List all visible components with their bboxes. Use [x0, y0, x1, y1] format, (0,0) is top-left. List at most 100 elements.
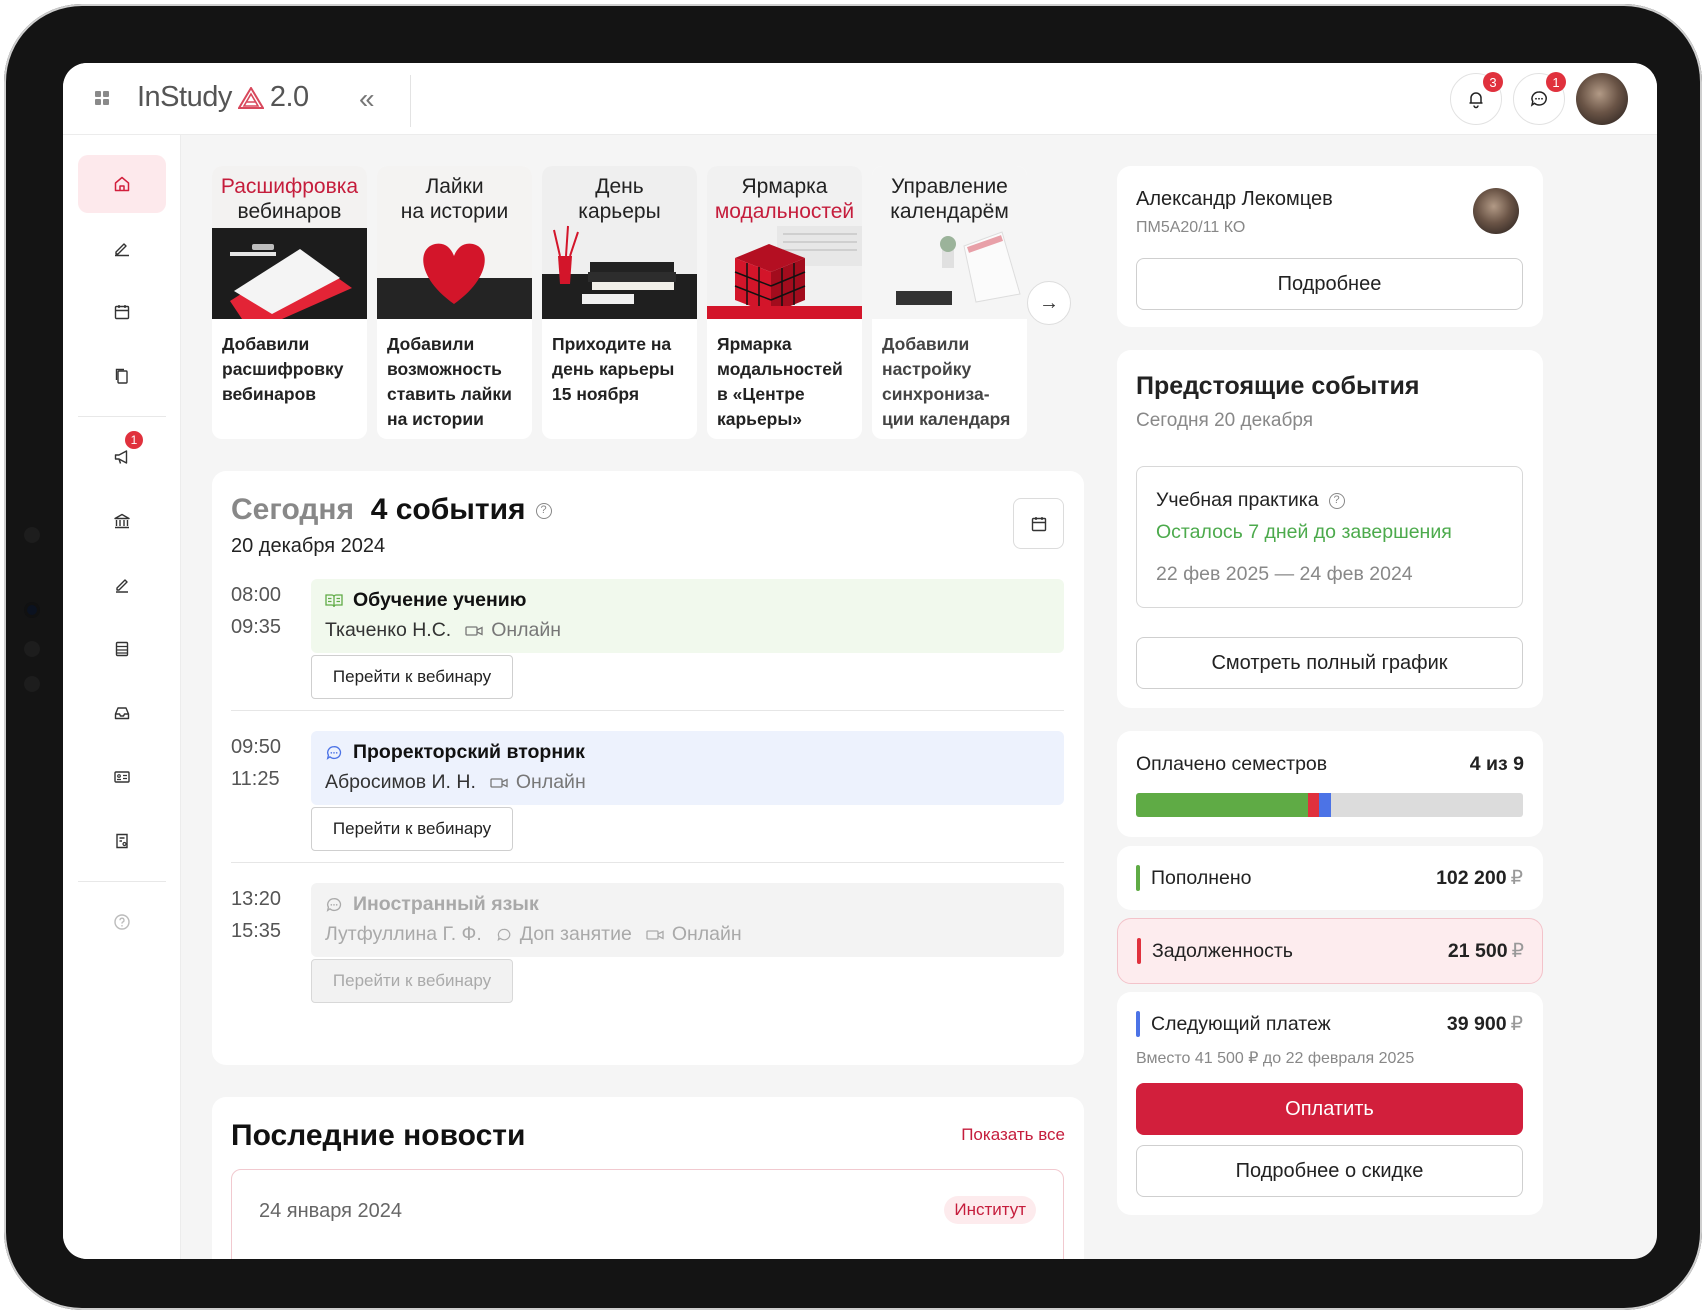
pay-button[interactable]: Оплатить: [1136, 1083, 1523, 1135]
notifications-button[interactable]: 3: [1450, 72, 1503, 125]
news-tag: Институт: [944, 1196, 1036, 1224]
video-camera-icon: [465, 625, 483, 636]
sidebar-item-home[interactable]: [78, 155, 166, 213]
semesters-card: Оплачено семестров 4 из 9: [1117, 731, 1543, 837]
event-teacher: Ткаченко Н.С.: [325, 619, 452, 641]
story-title: Ярмарка модальностей: [714, 175, 855, 223]
sidebar-item-inbox[interactable]: [78, 684, 166, 742]
notifications-badge: 3: [1483, 72, 1503, 92]
discount-details-button[interactable]: Подробнее о скидке: [1136, 1145, 1523, 1197]
sidebar-item-schedule[interactable]: [78, 283, 166, 341]
app-logo[interactable]: InStudy 2.0: [137, 81, 309, 114]
debt-value: 21 500: [1447, 940, 1508, 962]
today-heading: Сегодня 4 события?: [231, 493, 552, 527]
story-text: Добавили настройку синхрониза- ции кален…: [882, 334, 1011, 429]
chat-icon: [497, 928, 511, 941]
sidebar-item-id-card[interactable]: [78, 748, 166, 806]
practice-title: Учебная практика: [1156, 489, 1319, 511]
today-events-card: Сегодня 4 события? 20 декабря 2024 08:00…: [212, 471, 1084, 1065]
sidebar-item-announcements[interactable]: 1: [78, 428, 166, 486]
video-camera-icon: [490, 777, 508, 788]
practice-event[interactable]: Учебная практика? Осталось 7 дней до зав…: [1136, 466, 1523, 608]
story-text: Ярмарка модальностей в «Центре карьеры»: [717, 334, 843, 429]
chat-icon: [1530, 91, 1547, 107]
upcoming-events-card: Предстоящие события Сегодня 20 декабря У…: [1117, 350, 1543, 708]
pencil-icon: [116, 579, 128, 593]
upcoming-date: Сегодня 20 декабря: [1136, 410, 1313, 431]
next-payment-value: 39 900: [1446, 1013, 1507, 1035]
event-teacher: Абросимов И. Н.: [325, 771, 476, 793]
progress-debt: [1307, 793, 1320, 817]
profile-details-button[interactable]: Подробнее: [1136, 258, 1523, 310]
messages-button[interactable]: 1: [1513, 72, 1566, 125]
story-card[interactable]: Лайки на истории Добавили возможность ста…: [377, 166, 532, 439]
arrow-right-icon: →: [1039, 291, 1059, 314]
event-extra: Доп занятие: [519, 923, 632, 945]
story-text: Приходите на день карьеры 15 ноября: [552, 334, 675, 404]
help-icon[interactable]: ?: [535, 503, 552, 520]
story-card[interactable]: Расшифровка вебинаров Добавили расшифровк…: [212, 166, 367, 439]
upcoming-heading: Предстоящие события: [1136, 372, 1420, 400]
sidebar-item-institution[interactable]: [78, 492, 166, 550]
today-label: Сегодня: [231, 493, 355, 526]
news-heading: Последние новости: [231, 1119, 526, 1152]
apps-grid-icon[interactable]: [95, 91, 109, 105]
story-text: Добавили возможность ставить лайки на ис…: [387, 334, 512, 429]
join-webinar-button[interactable]: Перейти к вебинару: [311, 655, 513, 699]
event-divider: [231, 862, 1064, 863]
user-avatar[interactable]: [1576, 73, 1628, 125]
sidebar-item-contracts[interactable]: [78, 812, 166, 870]
next-story-button[interactable]: →: [1027, 281, 1071, 325]
calendar-icon: [114, 305, 130, 320]
event-card[interactable]: Проректорский вторник Абросимов И. Н. Онл…: [311, 731, 1064, 805]
show-all-news-link[interactable]: Показать все: [961, 1125, 1065, 1145]
event-title: Иностранный язык: [353, 893, 539, 915]
join-webinar-button-disabled[interactable]: Перейти к вебинару: [311, 959, 513, 1003]
event-end-time: 15:35: [231, 920, 282, 942]
pen-signature-icon: [115, 243, 129, 257]
event-title: Проректорский вторник: [353, 741, 585, 763]
debt-label: Задолженность: [1152, 939, 1293, 962]
event-card[interactable]: Обучение учению Ткаченко Н.С. Онлайн: [311, 579, 1064, 653]
calendar-button[interactable]: [1013, 498, 1064, 549]
bell-icon: [1469, 92, 1483, 109]
full-schedule-button[interactable]: Смотреть полный график: [1136, 637, 1523, 689]
news-item[interactable]: 24 января 2024 Институт: [231, 1169, 1064, 1259]
status-marker: [1136, 865, 1140, 891]
camera-dot: [24, 527, 40, 543]
semesters-label: Оплачено семестров: [1136, 753, 1328, 775]
next-payment-label: Следующий платеж: [1151, 1012, 1331, 1035]
help-circle-icon: [114, 914, 130, 930]
semesters-progress-bar: [1136, 793, 1523, 817]
collapse-sidebar-icon[interactable]: «: [359, 83, 375, 115]
sidebar-item-help[interactable]: [78, 893, 166, 951]
contract-icon: [116, 833, 128, 849]
sidebar-divider: [78, 416, 166, 417]
topped-up-label: Пополнено: [1151, 866, 1252, 889]
profile-card: Александр Лекомцев ПМ5А20/11 КО Подробне…: [1117, 166, 1543, 327]
practice-status: Осталось 7 дней до завершения: [1156, 521, 1452, 543]
story-title: Лайки на истории: [400, 175, 509, 223]
event-mode: Онлайн: [515, 771, 586, 793]
event-card[interactable]: Иностранный язык Лутфуллина Г. Ф. Доп за…: [311, 883, 1064, 957]
sidebar-item-documents[interactable]: [78, 347, 166, 405]
chat-icon: [326, 745, 342, 760]
practice-dates: 22 фев 2025 — 24 фев 2024: [1156, 563, 1413, 585]
sidebar-item-gradebook[interactable]: [78, 620, 166, 678]
sidebar-divider: [78, 881, 166, 882]
event-teacher: Лутфуллина Г. Ф.: [325, 923, 482, 945]
story-card[interactable]: Управление календарём Добавили настройку …: [872, 166, 1027, 439]
story-card[interactable]: День карьеры Приходите на день карьеры 15…: [542, 166, 697, 439]
story-title: Управление календарём: [890, 175, 1009, 223]
home-icon: [114, 176, 130, 192]
sidebar-item-edit[interactable]: [78, 556, 166, 614]
join-webinar-button[interactable]: Перейти к вебинару: [311, 807, 513, 851]
messages-badge: 1: [1546, 72, 1566, 92]
story-card[interactable]: Ярмарка модальностей Ярмарка модальностей…: [707, 166, 862, 439]
currency-sign: ₽: [1510, 867, 1523, 889]
help-icon[interactable]: ?: [1328, 492, 1345, 509]
inbox-icon: [114, 707, 130, 720]
sidebar-item-assignments[interactable]: [78, 219, 166, 277]
profile-name: Александр Лекомцев: [1136, 188, 1333, 210]
calendar-icon: [1031, 516, 1046, 531]
